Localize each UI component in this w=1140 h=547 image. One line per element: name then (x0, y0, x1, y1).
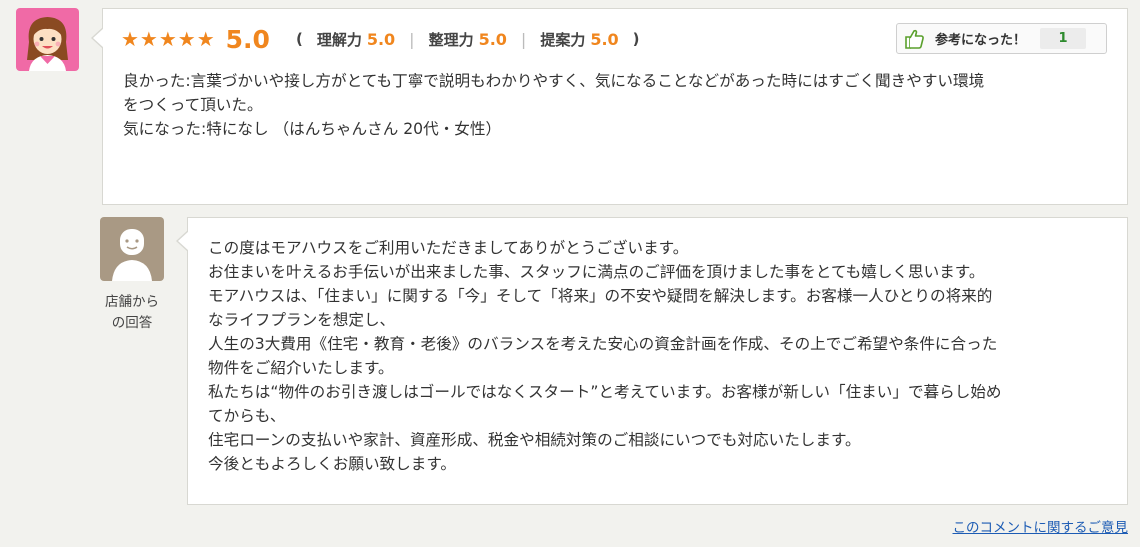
helpful-count: 1 (1040, 28, 1087, 49)
reply-line: 今後ともよろしくお願い致します。 (208, 455, 456, 473)
female-user-icon (27, 17, 68, 71)
shop-reply-caption: 店舗から の回答 (96, 292, 168, 334)
reply-line: お住まいを叶えるお手伝いが出来ました事、スタッフに満点のご評価を頂けました事をと… (208, 263, 985, 281)
reviewer-avatar (16, 8, 79, 71)
open-paren: ( (295, 30, 303, 48)
review-body: 良かった:言葉づかいや接し方がとても丁寧で説明もわかりやすく、気になることなどが… (123, 69, 1113, 141)
shop-reply-card: この度はモアハウスをご利用いただきましてありがとうございます。 お住まいを叶える… (176, 217, 1128, 505)
sub-rating-label: 整理力 (428, 30, 474, 49)
review-line: 気になった:特になし （はんちゃんさん 20代・女性） (123, 120, 502, 138)
helpful-button[interactable]: 参考になった！ 1 (896, 23, 1107, 54)
helpful-label: 参考になった！ (935, 33, 1027, 48)
reply-line: モアハウスは、「住まい」に関する「今」そして「将来」の不安や疑問を解決します。お… (208, 287, 993, 305)
reply-line: なライフプランを想定し、 (208, 311, 396, 329)
review-line: 良かった:言葉づかいや接し方がとても丁寧で説明もわかりやすく、気になることなどが… (123, 72, 985, 90)
sub-rating-value: 5.0 (366, 29, 396, 49)
reply-line: 住宅ローンの支払いや家計、資産形成、税金や相続対策のご相談にいつでも対応いたしま… (208, 431, 861, 449)
close-paren: ) (632, 30, 640, 48)
shop-caption-line: の回答 (111, 315, 153, 331)
overall-score: 5.0 (225, 24, 270, 54)
shop-avatar (100, 217, 164, 281)
rating-row: ★★★★★ 5.0 ( 理解力 5.0 | 整理力 5.0 | 提案力 5.0 … (121, 23, 640, 55)
reply-line: てからも、 (208, 407, 286, 425)
separator: | (409, 29, 415, 49)
sub-rating-value: 5.0 (478, 29, 507, 49)
comment-feedback-link[interactable]: このコメントに関するご意見 (953, 516, 1129, 536)
sub-rating-label: 提案力 (540, 30, 586, 49)
reply-line: 物件をご紹介いたします。 (208, 359, 394, 377)
reply-line: この度はモアハウスをご利用いただきましてありがとうございます。 (208, 239, 689, 257)
shop-caption-line: 店舗から (105, 294, 159, 310)
thumbs-up-hand-icon (905, 29, 924, 49)
generic-person-icon (112, 229, 152, 281)
sub-rating-value: 5.0 (590, 29, 619, 49)
reply-line: 私たちは“物件のお引き渡しはゴールではなくスタート”と考えています。お客様が新し… (208, 383, 1002, 401)
star-rating: ★★★★★ (121, 27, 216, 51)
review-card: ★★★★★ 5.0 ( 理解力 5.0 | 整理力 5.0 | 提案力 5.0 … (91, 8, 1128, 205)
shop-reply-body: この度はモアハウスをご利用いただきましてありがとうございます。 お住まいを叶える… (208, 236, 1113, 476)
separator: | (520, 29, 527, 49)
reply-line: 人生の3大費用《住宅・教育・老後》のバランスを考えた安心の資金計画を作成、その上… (208, 335, 998, 353)
review-line: をつくって頂いた。 (123, 96, 263, 114)
sub-rating-label: 理解力 (316, 30, 362, 49)
